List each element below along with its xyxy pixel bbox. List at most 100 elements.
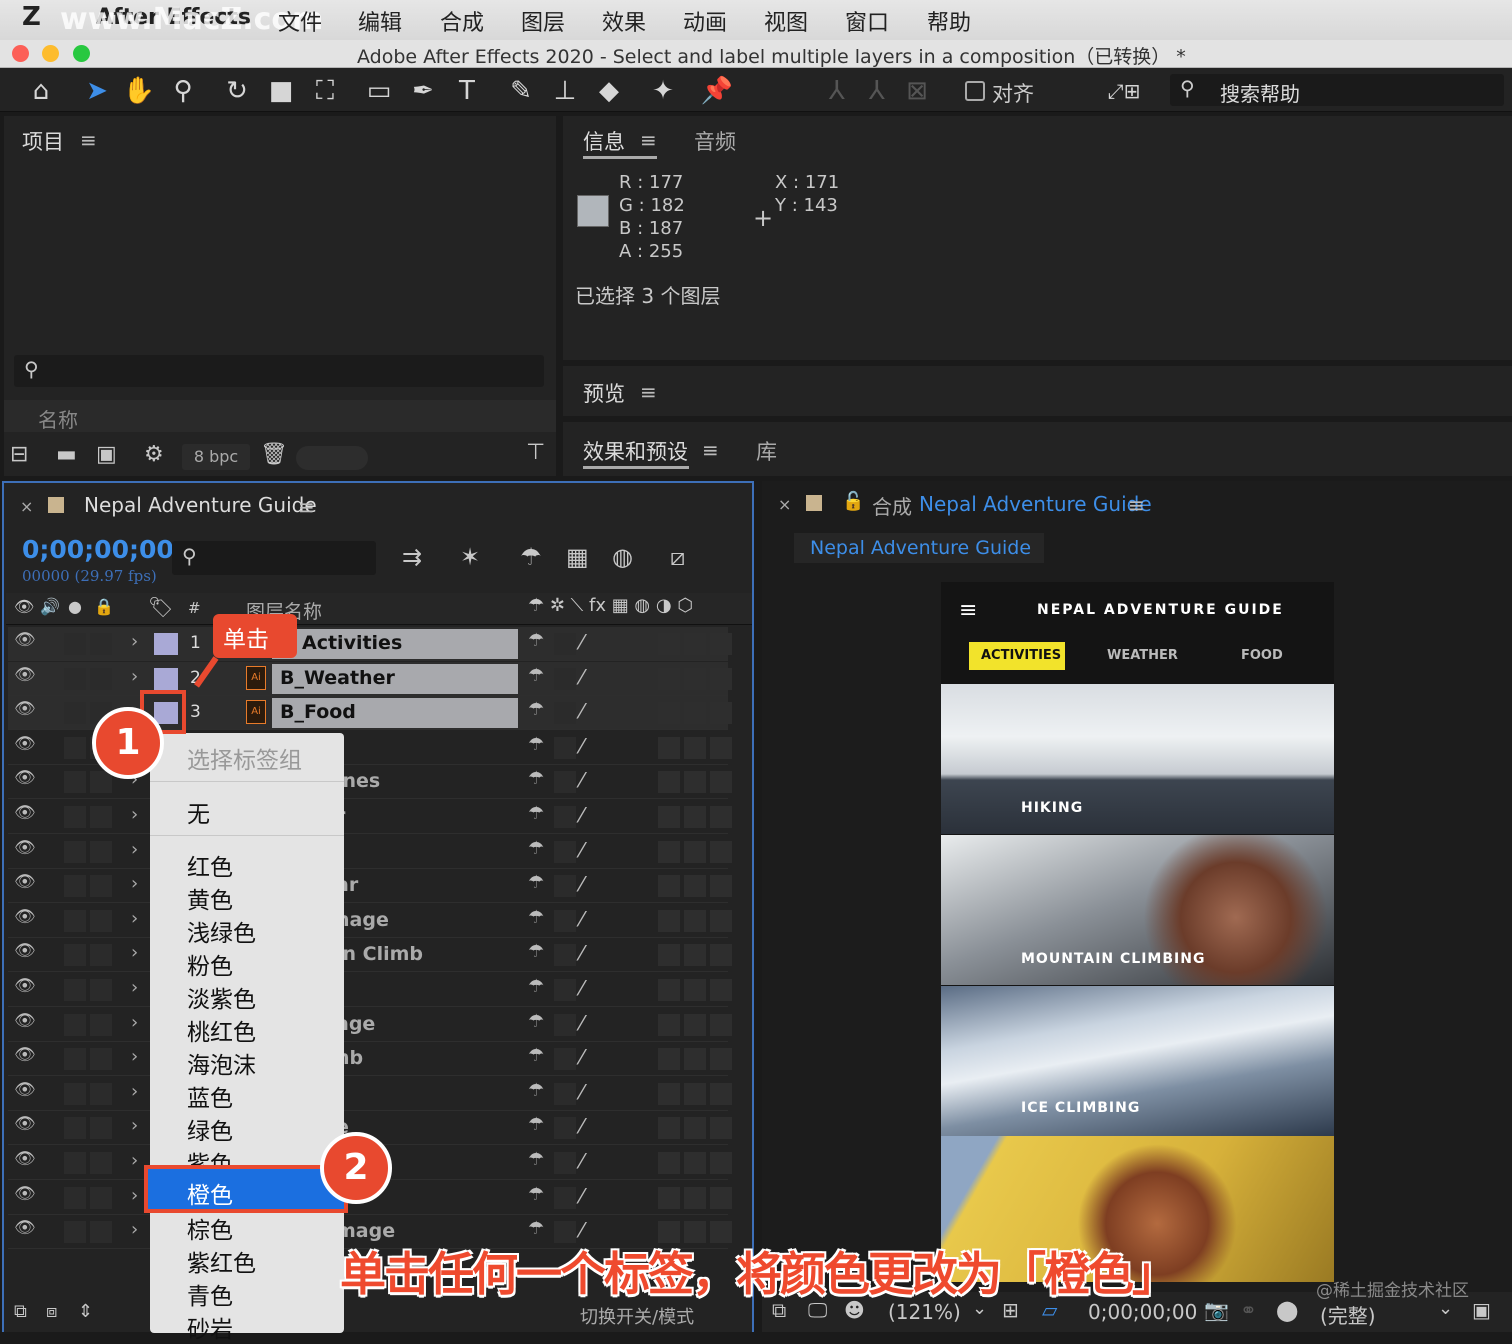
label-none[interactable]: 无: [187, 795, 210, 829]
motion-blur-switch[interactable]: [684, 944, 706, 967]
layer-row[interactable]: 👁 › r ☂ ⁄: [8, 800, 732, 834]
label-red[interactable]: 红色: [187, 848, 233, 882]
collapse-switch[interactable]: [554, 1186, 576, 1209]
motion-blur-switch[interactable]: [684, 806, 706, 828]
3d-switch[interactable]: [710, 944, 732, 967]
quality-switch-icon[interactable]: ⁄: [580, 976, 583, 1000]
effect-switch[interactable]: [658, 1117, 680, 1140]
effects-menu-icon[interactable]: ≡: [702, 438, 719, 462]
chevron-right-icon[interactable]: ›: [131, 666, 138, 687]
menu-file[interactable]: 文件: [278, 5, 322, 37]
home-icon[interactable]: ⌂: [24, 74, 58, 108]
solo-toggle[interactable]: [64, 1013, 86, 1036]
snapshot-icon[interactable]: 📷: [1204, 1298, 1229, 1322]
layer-name-cell[interactable]: B_Food: [272, 698, 518, 729]
lock-toggle[interactable]: [90, 667, 112, 690]
effect-switch[interactable]: [658, 667, 680, 690]
resolution-select[interactable]: (完整): [1320, 1300, 1376, 1329]
draft-3d-icon[interactable]: ✶: [460, 543, 480, 571]
eye-icon[interactable]: 👁: [14, 838, 36, 858]
library-tab[interactable]: 库: [756, 436, 777, 466]
shy-layers-icon[interactable]: ☂: [520, 543, 542, 571]
motion-blur-icon[interactable]: ◍: [612, 543, 633, 571]
menu-edit[interactable]: 编辑: [358, 5, 402, 37]
layer-name-cell[interactable]: nb: [328, 1044, 518, 1074]
eye-icon[interactable]: 👁: [14, 630, 36, 650]
label-fuchsia[interactable]: 紫红色: [187, 1244, 256, 1278]
lock-toggle[interactable]: [90, 1048, 112, 1071]
unlock-icon[interactable]: 🔓: [842, 491, 864, 512]
solo-toggle[interactable]: [64, 1082, 86, 1105]
quality-switch-icon[interactable]: ⁄: [580, 803, 583, 827]
collapse-switch[interactable]: [554, 1048, 576, 1071]
motion-blur-switch[interactable]: [684, 702, 706, 725]
shy-switch-icon[interactable]: ☂: [528, 1184, 544, 1205]
quality-switch-icon[interactable]: ⁄: [580, 665, 583, 689]
preview-menu-icon[interactable]: ≡: [640, 380, 657, 404]
new-folder-icon[interactable]: ▬: [56, 442, 77, 467]
layer-row[interactable]: 👁 › ☂ ⁄: [8, 1076, 732, 1111]
label-green[interactable]: 绿色: [187, 1112, 233, 1146]
shy-switch-icon[interactable]: ☂: [528, 907, 544, 928]
layer-row[interactable]: 👁 › 1 Activities ☂ ⁄: [8, 627, 732, 661]
label-sea-foam[interactable]: 海泡沫: [187, 1046, 256, 1080]
timecode-display[interactable]: 0;00;00;00: [22, 535, 174, 564]
3d-switch[interactable]: [710, 633, 732, 655]
menu-view[interactable]: 视图: [764, 5, 808, 37]
layer-row[interactable]: 👁 › 2 Ai B_Weather ☂ ⁄: [8, 661, 732, 696]
lock-column-icon[interactable]: 🔒: [94, 597, 114, 616]
layer-name-cell[interactable]: nage: [328, 906, 518, 936]
layer-row[interactable]: 👁 › age ☂ ⁄: [8, 1007, 732, 1042]
lock-toggle[interactable]: [90, 1221, 112, 1244]
menu-help[interactable]: 帮助: [927, 5, 971, 37]
effect-switch[interactable]: [658, 1186, 680, 1209]
chevron-right-icon[interactable]: ›: [131, 1219, 138, 1240]
solo-toggle[interactable]: [64, 736, 86, 759]
effect-switch[interactable]: [658, 702, 680, 725]
close-window-button[interactable]: [12, 45, 29, 62]
shy-switch-icon[interactable]: ☂: [528, 1218, 544, 1239]
type-tool-icon[interactable]: T: [450, 74, 484, 108]
shy-switch-icon[interactable]: ☂: [528, 768, 544, 789]
3d-switch[interactable]: [710, 736, 732, 759]
3d-switch[interactable]: [710, 909, 732, 932]
shy-switch-icon[interactable]: ☂: [528, 941, 544, 962]
zoom-window-button[interactable]: [73, 45, 90, 62]
axis-view-icon[interactable]: ⊠: [900, 74, 934, 108]
shy-switch-icon[interactable]: ☂: [528, 838, 544, 859]
shy-switch-icon[interactable]: ☂: [528, 665, 544, 686]
effect-switch[interactable]: [658, 840, 680, 863]
clone-stamp-tool-icon[interactable]: ⊥: [548, 74, 582, 108]
lock-toggle[interactable]: [90, 1186, 112, 1209]
3d-switch[interactable]: [710, 875, 732, 898]
solo-toggle[interactable]: [64, 667, 86, 690]
roto-brush-tool-icon[interactable]: ✦: [646, 74, 680, 108]
chevron-right-icon[interactable]: ›: [131, 1046, 138, 1067]
puppet-pin-tool-icon[interactable]: 📌: [700, 74, 734, 108]
lock-toggle[interactable]: [90, 1013, 112, 1036]
chevron-right-icon[interactable]: ›: [131, 631, 138, 652]
3d-switch[interactable]: [710, 1186, 732, 1209]
selection-tool-icon[interactable]: ➤: [80, 74, 114, 108]
channel-icon[interactable]: ⬤: [1276, 1298, 1298, 1322]
effect-switch[interactable]: [658, 1048, 680, 1071]
lock-toggle[interactable]: [90, 944, 112, 967]
layer-name-cell[interactable]: B_Weather: [272, 663, 518, 694]
3d-switch[interactable]: [710, 771, 732, 794]
menu-layer[interactable]: 图层: [521, 5, 565, 37]
lock-toggle[interactable]: [90, 771, 112, 794]
motion-blur-switch[interactable]: [684, 667, 706, 690]
preview-title[interactable]: 预览: [583, 378, 625, 408]
solo-toggle[interactable]: [64, 1186, 86, 1209]
label-aqua[interactable]: 浅绿色: [187, 914, 256, 948]
motion-blur-switch[interactable]: [684, 1152, 706, 1174]
lock-toggle[interactable]: [90, 1152, 112, 1174]
eye-icon[interactable]: 👁: [14, 1114, 36, 1134]
project-search-input[interactable]: ⚲: [14, 355, 544, 387]
layer-name-cell[interactable]: Activities: [272, 629, 518, 659]
effect-switch[interactable]: [658, 979, 680, 1001]
axis-local-icon[interactable]: ⅄: [820, 74, 854, 108]
adjust-project-icon[interactable]: ⚙: [144, 442, 164, 467]
hand-tool-icon[interactable]: ✋: [122, 74, 156, 108]
solo-toggle[interactable]: [64, 771, 86, 794]
